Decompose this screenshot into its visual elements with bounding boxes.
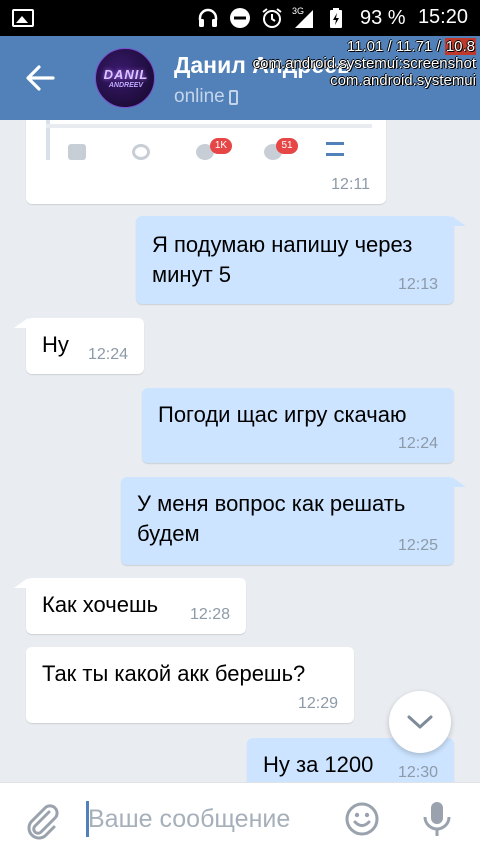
dnd-icon (228, 6, 252, 30)
message-text: Ну за 1200 (263, 752, 374, 777)
message-bubble-incoming[interactable]: Так ты какой акк берешь? 12:29 (26, 647, 354, 723)
message-text: Так ты какой акк берешь? (42, 661, 306, 686)
online-label: online (174, 86, 225, 107)
message-time: 12:29 (297, 695, 338, 712)
headphones-icon (196, 6, 220, 30)
message-bubble-incoming[interactable]: Как хочешь 12:28 (14, 578, 246, 634)
message-bubble-incoming[interactable]: 1K 51 12:11 (26, 120, 386, 204)
mobile-phone-icon (228, 89, 238, 105)
menu-icon (326, 142, 344, 156)
message-time: 12:30 (397, 764, 438, 781)
overlay-line-1: 11.01 / 11.71 / 10.8 (346, 38, 476, 55)
message-time: 12:24 (397, 435, 438, 452)
overlay-num-3: 10.8 (444, 38, 476, 55)
document-icon (68, 144, 86, 160)
message-time: 12:28 (189, 606, 230, 623)
overlay-line-3: com.android.systemui (330, 72, 476, 89)
message-input[interactable] (86, 797, 326, 841)
smiley-icon (345, 802, 379, 836)
message-text: Ну (42, 332, 69, 357)
online-status: online (174, 86, 238, 108)
status-time: 15:20 (417, 6, 468, 28)
signal-3g-icon: 3G (292, 6, 316, 30)
status-bar: 3G 93 % 15:20 (0, 0, 480, 36)
message-bubble-outgoing[interactable]: Погоди щас игру скачаю 12:24 (142, 388, 454, 463)
avatar-text-2: ANDREEV (108, 82, 144, 89)
message-text: Как хочешь (42, 592, 159, 617)
message-time: 12:24 (87, 346, 128, 363)
overlay-num-2: 11.71 (395, 38, 433, 55)
voice-message-button[interactable] (420, 799, 454, 839)
debug-overlay: 11.01 / 11.71 / 10.8 com.android.systemu… (253, 38, 476, 89)
avatar-text-1: DANIL (103, 67, 149, 82)
paperclip-icon (27, 804, 59, 840)
scroll-down-button[interactable] (389, 691, 451, 753)
image-notification-icon (12, 9, 34, 27)
emoji-button[interactable] (344, 801, 380, 837)
message-bubble-incoming[interactable]: Ну 12:24 (14, 318, 144, 374)
attachment-preview-icons: 1K 51 (68, 138, 394, 162)
battery-charging-icon (324, 6, 348, 30)
overlay-line-2: com.android.systemui:screenshot (252, 55, 476, 72)
status-icons: 3G 93 % (196, 6, 406, 30)
message-text: Погоди щас игру скачаю (158, 402, 407, 427)
attach-button[interactable] (22, 800, 62, 840)
chevron-down-icon (407, 715, 433, 729)
message-bubble-outgoing[interactable]: Я подумаю напишу через минут 5 12:13 (136, 216, 466, 304)
search-icon (132, 144, 150, 160)
back-button[interactable] (20, 58, 60, 98)
badge-count: 51 (276, 138, 298, 154)
arrow-left-icon (26, 65, 55, 91)
battery-percent: 93 % (360, 6, 406, 29)
network-type: 3G (292, 6, 305, 16)
composer-bar (0, 782, 480, 854)
attachment-divider (46, 124, 372, 128)
avatar[interactable]: DANIL ANDREEV (95, 48, 155, 108)
microphone-icon (423, 802, 451, 836)
badge-count: 1K (210, 138, 232, 154)
message-list[interactable]: 1K 51 12:11 Я подумаю напишу через минут… (0, 120, 480, 782)
overlay-num-1: 11.01 (346, 38, 384, 55)
message-time: 12:11 (331, 176, 370, 193)
message-bubble-outgoing[interactable]: У меня вопрос как решать будем 12:25 (121, 477, 466, 565)
message-time: 12:13 (397, 276, 438, 293)
message-time: 12:25 (397, 537, 438, 554)
alarm-icon (260, 6, 284, 30)
